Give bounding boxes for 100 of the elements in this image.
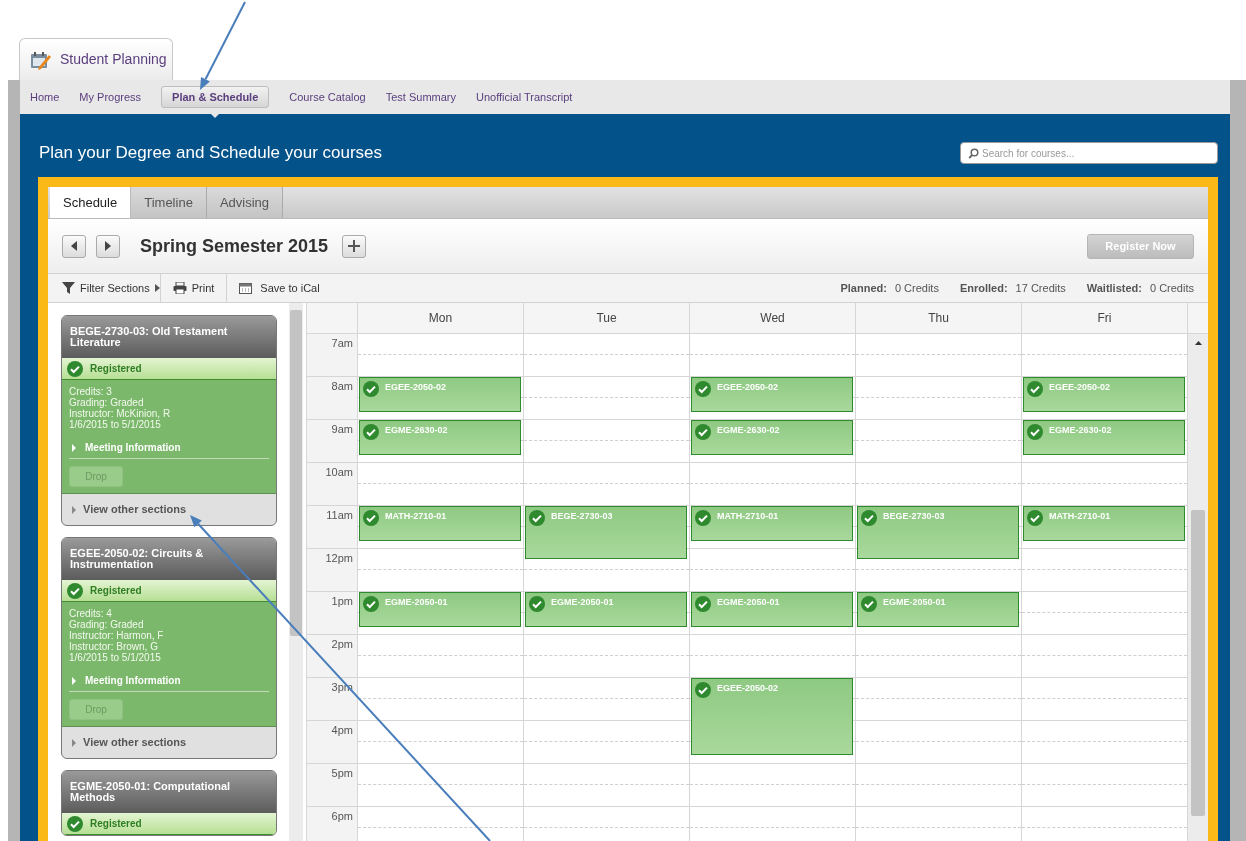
status-label: Registered <box>90 362 142 376</box>
view-other-sections-toggle[interactable]: View other sections <box>62 494 276 525</box>
time-label: 4pm <box>331 725 353 738</box>
course-event[interactable]: EGME-2050-01 <box>525 592 687 627</box>
add-term-button[interactable] <box>342 234 367 258</box>
day-header: Thu <box>856 303 1022 333</box>
course-title: BEGE-2730-03: Old Testament Literature <box>62 316 276 358</box>
check-circle-icon <box>695 424 711 440</box>
scrollbar[interactable] <box>289 303 303 841</box>
course-details: Credits: 3 Grading: Graded Instructor: McKinion, R 1/6/2015 to 5/1/2015 <box>69 386 172 430</box>
page-title: Plan your Degree and Schedule your courses <box>39 142 383 165</box>
scrollbar[interactable] <box>1188 334 1208 841</box>
day-header: Wed <box>690 303 856 333</box>
course-event[interactable]: MATH-2710-01 <box>691 506 853 541</box>
nav-link[interactable]: Home <box>30 86 60 108</box>
check-circle-icon <box>363 381 379 397</box>
time-label: 8am <box>331 381 353 394</box>
time-label: 11am <box>326 510 353 523</box>
check-circle-icon <box>67 582 83 599</box>
search-field[interactable]: Search for courses... <box>960 142 1218 164</box>
meeting-information-toggle[interactable]: Meeting Information <box>69 440 269 459</box>
check-circle-icon <box>67 360 83 377</box>
course-event[interactable]: EGME-2050-01 <box>691 592 853 627</box>
status-label: Registered <box>90 817 142 831</box>
course-event[interactable]: EGEE-2050-02 <box>1023 377 1185 412</box>
course-title: EGME-2050-01: Computational Methods <box>62 771 276 813</box>
caret-right-icon <box>72 505 76 514</box>
nav-link[interactable]: Unofficial Transcript <box>476 86 573 108</box>
credits-label: Waitlisted: <box>1086 280 1142 296</box>
nav-link[interactable]: Course Catalog <box>289 86 366 108</box>
nav-link[interactable]: Plan & Schedule <box>161 85 270 109</box>
left-arrow-icon <box>70 241 78 251</box>
day-header: Tue <box>524 303 690 333</box>
day-header: Mon <box>358 303 524 333</box>
time-label: 9am <box>331 424 353 437</box>
course-details: Credits: 4 Grading: Graded Instructor: Harmon, F Instructor: Brown, G 1/6/2015 to 5/1/2015 <box>69 608 165 663</box>
check-circle-icon <box>695 596 711 612</box>
view-other-sections-toggle[interactable]: View other sections <box>62 727 276 758</box>
previous-term-button[interactable] <box>62 234 86 258</box>
check-circle-icon <box>363 510 379 526</box>
search-input[interactable]: Search for courses... <box>982 145 1217 161</box>
app-tab[interactable]: Student Planning <box>19 38 173 80</box>
course-event[interactable]: EGME-2630-02 <box>1023 420 1185 455</box>
check-circle-icon <box>695 510 711 526</box>
caret-right-icon <box>72 676 76 685</box>
day-header: Fri <box>1022 303 1188 333</box>
time-label: 1pm <box>331 596 353 609</box>
meeting-information-toggle[interactable]: Meeting Information <box>69 673 269 692</box>
course-event[interactable]: EGME-2050-01 <box>359 592 521 627</box>
search-icon <box>968 147 979 159</box>
credits-value: 0 Credits <box>894 280 939 296</box>
check-circle-icon <box>529 596 545 612</box>
next-term-button[interactable] <box>96 234 120 258</box>
check-circle-icon <box>861 510 877 526</box>
plus-icon <box>348 240 361 252</box>
course-event[interactable]: EGME-2050-01 <box>857 592 1019 627</box>
nav-link[interactable]: My Progress <box>79 86 142 108</box>
term-title: Spring Semester 2015 <box>140 234 329 258</box>
credits-label: Enrolled: <box>959 280 1008 296</box>
check-circle-icon <box>695 682 711 698</box>
time-label: 7am <box>331 338 353 351</box>
course-event[interactable]: EGEE-2050-02 <box>691 377 853 412</box>
check-circle-icon <box>363 596 379 612</box>
filter-button[interactable]: Filter Sections <box>48 274 161 302</box>
nav-link[interactable]: Test Summary <box>385 86 457 108</box>
caret-right-icon <box>72 738 76 747</box>
caret-right-icon <box>154 284 160 292</box>
course-event[interactable]: EGME-2630-02 <box>691 420 853 455</box>
right-arrow-icon <box>104 241 112 251</box>
printer-icon <box>172 282 187 294</box>
tab[interactable]: Timeline <box>131 187 207 218</box>
scroll-up-icon[interactable] <box>1195 341 1202 345</box>
print-button[interactable]: Print <box>160 274 228 302</box>
ical-button[interactable]: Save to iCal <box>227 274 332 302</box>
check-circle-icon <box>695 381 711 397</box>
course-event[interactable]: BEGE-2730-03 <box>857 506 1019 559</box>
tab[interactable]: Advising <box>206 187 283 218</box>
time-label: 5pm <box>331 768 353 781</box>
tab[interactable]: Schedule <box>50 187 132 218</box>
calendar-icon <box>239 282 253 294</box>
credits-label: Planned: <box>840 280 887 296</box>
credits-value: 17 Credits <box>1015 280 1066 296</box>
time-label: 2pm <box>331 639 353 652</box>
course-event[interactable]: EGME-2630-02 <box>359 420 521 455</box>
check-circle-icon <box>363 424 379 440</box>
course-event[interactable]: EGEE-2050-02 <box>691 678 853 755</box>
course-event[interactable]: MATH-2710-01 <box>359 506 521 541</box>
course-event[interactable]: MATH-2710-01 <box>1023 506 1185 541</box>
calendar-pencil-icon <box>30 49 52 70</box>
funnel-icon <box>62 282 75 294</box>
check-circle-icon <box>529 510 545 526</box>
check-circle-icon <box>1027 424 1043 440</box>
caret-right-icon <box>72 443 76 452</box>
time-label: 6pm <box>331 811 353 824</box>
time-label: 12pm <box>325 553 353 566</box>
check-circle-icon <box>861 596 877 612</box>
course-event[interactable]: BEGE-2730-03 <box>525 506 687 559</box>
credits-value: 0 Credits <box>1149 280 1194 296</box>
course-event[interactable]: EGEE-2050-02 <box>359 377 521 412</box>
check-circle-icon <box>67 815 83 832</box>
